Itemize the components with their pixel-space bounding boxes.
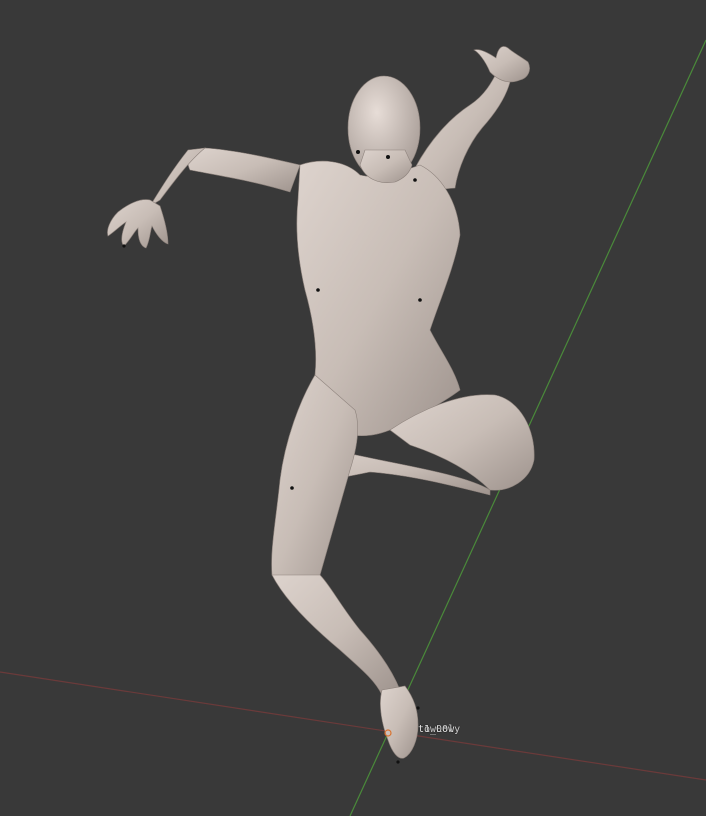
left-upper-arm xyxy=(187,147,301,193)
object-name-overlap: ow00ly xyxy=(424,724,461,735)
object-name-label: t1_Low ow00ly xyxy=(418,724,460,735)
character-mesh[interactable] xyxy=(107,46,535,759)
x-axis-line xyxy=(0,671,706,781)
3d-viewport[interactable]: t1_Low ow00ly xyxy=(0,0,706,816)
standing-shin xyxy=(271,574,401,696)
standing-thigh xyxy=(271,374,359,583)
left-hand xyxy=(107,199,169,249)
standing-foot xyxy=(380,685,419,759)
raised-hand xyxy=(473,46,530,83)
